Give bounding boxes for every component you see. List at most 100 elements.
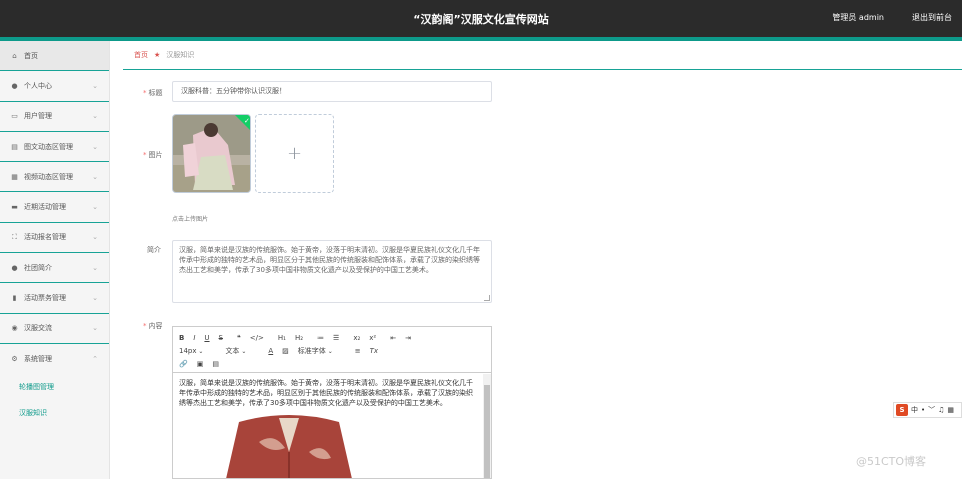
strikethrough-button[interactable]: S (219, 334, 223, 342)
editor-scrollbar-thumb[interactable] (484, 385, 490, 478)
upload-image-button[interactable]: + (255, 114, 334, 193)
sidebar-item-label: 视频动态区管理 (24, 172, 73, 181)
chevron-up-icon: ⌃ (92, 355, 98, 364)
font-family-select[interactable]: 标准字体 (298, 346, 333, 356)
plus-icon: + (286, 143, 303, 164)
flag-icon: ▬ (11, 203, 18, 212)
header1-button[interactable]: H₁ (278, 334, 286, 342)
sidebar-item-label: 社团简介 (24, 263, 52, 272)
align-button[interactable]: ≡ (355, 347, 361, 355)
sidebar-item-home[interactable]: ⌂ 首页 (0, 41, 109, 72)
breadcrumb-home[interactable]: 首页 (134, 50, 148, 60)
sidebar-item-graphic-news[interactable]: ▤ 图文动态区管理 ⌄ (0, 132, 109, 163)
settings-icon: ⚙ (11, 355, 18, 364)
font-color-button[interactable]: A (268, 347, 273, 355)
ordered-list-button[interactable]: ≔ (317, 334, 324, 342)
user-group-icon: ● (11, 263, 18, 272)
sidebar-item-registration[interactable]: ⛶ 活动报名管理 ⌄ (0, 223, 109, 254)
chevron-down-icon: ⌄ (92, 112, 98, 121)
code-block-button[interactable]: </> (250, 334, 264, 342)
sidebar-item-label: 系统管理 (24, 355, 52, 364)
sidebar: ⌂ 首页 ● 个人中心 ⌄ ▭ 用户管理 ⌄ ▤ 图文动态区管理 ⌄ ▦ 视频动… (0, 41, 110, 479)
underline-button[interactable]: U (204, 334, 209, 342)
sidebar-item-label: 汉服交流 (24, 324, 52, 333)
admin-username: 管理员 admin (832, 13, 884, 22)
editor-text: 汉服，简单来说是汉族的传统服饰。始于黄帝，没落于明末清初。汉服是华夏民族礼仪文化… (179, 379, 473, 407)
ime-toolbar[interactable]: S 中 • ﹀ ♫ ▦ (893, 402, 962, 418)
sidebar-subitem-carousel[interactable]: 轮播图管理 (0, 374, 109, 400)
resize-handle-icon[interactable] (484, 295, 490, 301)
chevron-down-icon: ⌄ (92, 263, 98, 272)
chevron-down-icon: ⌄ (92, 142, 98, 151)
required-mark: * (143, 322, 147, 330)
home-icon: ⌂ (12, 51, 17, 60)
sidebar-item-system[interactable]: ⚙ 系统管理 ⌃ (0, 344, 109, 374)
ime-punct[interactable]: • (921, 406, 925, 414)
sidebar-item-label: 图文动态区管理 (24, 142, 73, 151)
sidebar-item-club-intro[interactable]: ● 社团简介 ⌄ (0, 253, 109, 284)
blockquote-button[interactable]: ❝ (237, 334, 241, 342)
image-icon[interactable]: ▣ (197, 360, 204, 368)
hanfu-red-robe-image (226, 415, 352, 478)
sidebar-item-tickets[interactable]: ▮ 活动票务管理 ⌄ (0, 283, 109, 314)
background-color-icon[interactable]: ▨ (282, 347, 289, 355)
sidebar-item-video-news[interactable]: ▦ 视频动态区管理 ⌄ (0, 162, 109, 193)
breadcrumb-current: 汉服知识 (166, 51, 195, 59)
font-size-select[interactable]: 14px (179, 347, 203, 355)
main-content: 首页 ★ 汉服知识 * 标题 汉服科普：五分钟带你认识汉服！ * 图片 ✓ + 点击… (123, 41, 962, 479)
chevron-down-icon: ⌄ (92, 233, 98, 242)
sidebar-item-label: 首页 (24, 51, 38, 60)
target-icon: ◉ (11, 324, 18, 333)
header2-button[interactable]: H₂ (295, 334, 303, 342)
sidebar-item-label: 活动报名管理 (24, 233, 66, 242)
clean-format-button[interactable]: Tx (370, 347, 378, 355)
content-label: * 内容 (143, 322, 163, 330)
superscript-button[interactable]: x² (369, 334, 376, 342)
editor-content[interactable]: 汉服，简单来说是汉族的传统服饰。始于黄帝，没落于明末清初。汉服是华夏民族礼仪文化… (173, 374, 485, 478)
sidebar-item-label: 活动票务管理 (24, 294, 66, 303)
chevron-down-icon: ⌄ (92, 172, 98, 181)
chevron-down-icon: ⌄ (92, 203, 98, 212)
chevron-down-icon: ⌄ (92, 81, 98, 90)
keyboard-icon[interactable]: ▦ (947, 406, 954, 414)
message-icon: ▭ (11, 112, 18, 121)
bullet-list-button[interactable]: ☰ (333, 334, 339, 342)
sidebar-item-exchange[interactable]: ◉ 汉服交流 ⌄ (0, 314, 109, 344)
title-input[interactable]: 汉服科普：五分钟带你认识汉服！ (172, 81, 492, 102)
microphone-icon[interactable]: ♫ (938, 406, 944, 414)
sidebar-item-label: 近期活动管理 (24, 203, 66, 212)
sidebar-item-label: 用户管理 (24, 112, 52, 121)
chevron-down-icon: ⌄ (92, 294, 98, 303)
crop-icon: ⛶ (12, 232, 17, 241)
bold-button[interactable]: B (179, 334, 184, 342)
breadcrumb: 首页 ★ 汉服知识 (123, 41, 962, 70)
svg-text:✓: ✓ (244, 117, 250, 125)
sidebar-subitem-hanfu-knowledge[interactable]: 汉服知识 (0, 400, 109, 426)
required-mark: * (143, 89, 147, 97)
italic-button[interactable]: I (193, 334, 195, 342)
header-select[interactable]: 文本 (225, 346, 246, 356)
site-title: “汉韵阁”汉服文化宣传网站 (413, 13, 549, 26)
sidebar-item-events[interactable]: ▬ 近期活动管理 ⌄ (0, 192, 109, 223)
ime-emoji[interactable]: ﹀ (928, 405, 935, 415)
logout-link[interactable]: 退出到前台 (912, 12, 952, 23)
top-navbar: “汉韵阁”汉服文化宣传网站 管理员 admin 退出到前台 (0, 0, 962, 37)
title-label: * 标题 (143, 89, 163, 97)
required-mark: * (143, 151, 147, 159)
chevron-down-icon: ⌄ (92, 324, 98, 333)
hanfu-photo: ✓ (173, 115, 250, 192)
subscript-button[interactable]: x₂ (353, 334, 360, 342)
outdent-button[interactable]: ⇤ (390, 334, 396, 342)
link-icon[interactable]: 🔗 (179, 360, 188, 368)
indent-button[interactable]: ⇥ (405, 334, 411, 342)
document-icon: ▤ (11, 142, 18, 151)
sidebar-item-profile[interactable]: ● 个人中心 ⌄ (0, 71, 109, 102)
ime-mode[interactable]: 中 (911, 405, 918, 415)
upload-hint: 点击上传图片 (172, 216, 209, 223)
star-separator-icon: ★ (154, 51, 161, 59)
sogou-logo-icon: S (896, 404, 908, 416)
sidebar-item-users[interactable]: ▭ 用户管理 ⌄ (0, 102, 109, 132)
intro-textarea[interactable]: 汉服，简单来说是汉族的传统服饰。始于黄帝，没落于明末清初。汉服是华夏民族礼仪文化… (172, 240, 492, 303)
video-icon[interactable]: ▤ (212, 360, 219, 368)
uploaded-image-thumbnail[interactable]: ✓ (172, 114, 251, 193)
